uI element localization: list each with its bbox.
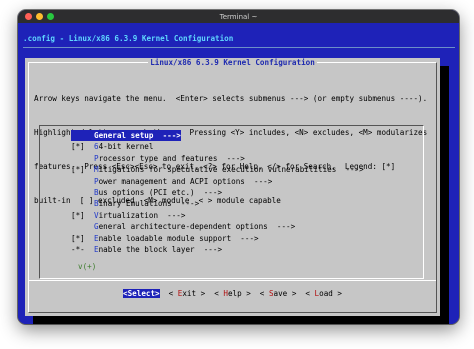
menu-item-text: inary Emulations --->: [98, 199, 200, 209]
dialog-button[interactable]: <Select>: [123, 289, 160, 298]
menu-box: General setup ---> [*] 64-bit kernel Proce…: [39, 125, 424, 279]
menu-item-state: [71, 187, 94, 198]
menu-item-text: rocessor type and features --->: [98, 153, 245, 163]
menu-item-label: Virtualization --->: [94, 210, 185, 221]
close-window-button[interactable]: [25, 13, 32, 20]
button-text: <: [168, 289, 178, 298]
button-divider: [29, 280, 436, 281]
dialog-button[interactable]: < Exit >: [169, 289, 206, 298]
menu-item-text: irtualization --->: [98, 210, 186, 220]
button-text: xit >: [182, 289, 206, 298]
menu-item[interactable]: -*- Enable the block layer --->: [71, 244, 364, 255]
help-line: Arrow keys navigate the menu. <Enter> se…: [34, 93, 428, 103]
button-text: elp >: [227, 289, 251, 298]
dialog-title: Linux/x86 6.3.9 Kernel Configuration: [25, 58, 440, 67]
menu-item-label: Processor type and features --->: [94, 153, 245, 164]
menu-item-text: us options (PCI etc.) --->: [98, 187, 223, 197]
terminal-content[interactable]: .config - Linux/x86 6.3.9 Kernel Configu…: [18, 23, 459, 324]
menu-item-text: eneral architecture-dependent options --…: [98, 222, 296, 232]
menu-item-label: Binary Emulations --->: [94, 198, 199, 209]
menu-item-text: nable the block layer --->: [98, 244, 223, 254]
menu-item[interactable]: Power management and ACPI options --->: [71, 176, 364, 187]
menu-item-state: [*]: [71, 165, 90, 175]
menu-item[interactable]: [*] 64-bit kernel: [71, 141, 364, 152]
button-bar: <Select> < Exit > < Help > < Save > < Load >: [25, 289, 440, 298]
button-text: <: [305, 289, 315, 298]
menu-item[interactable]: [*] Mitigations for speculative executio…: [71, 164, 364, 175]
menu-item-label: General setup --->: [94, 130, 181, 142]
button-text: <: [214, 289, 224, 298]
menu-item[interactable]: [*] Enable loadable module support --->: [71, 233, 364, 244]
menu-item[interactable]: Processor type and features --->: [71, 153, 364, 164]
window-title: Terminal ~: [219, 12, 258, 21]
menu-item-text: itigations for speculative execution vul…: [98, 165, 364, 175]
menu-item-text: nable loadable module support --->: [98, 233, 259, 243]
window-controls: [25, 13, 54, 20]
menuconfig-dialog: Linux/x86 6.3.9 Kernel Configuration Arr…: [25, 58, 440, 316]
button-text: oad >: [319, 289, 342, 298]
menu-item-state: -*-: [71, 244, 90, 254]
dialog-title-text: Linux/x86 6.3.9 Kernel Configuration: [148, 58, 317, 67]
menu-item-state: [71, 176, 94, 187]
menu-item[interactable]: [*] Virtualization --->: [71, 210, 364, 221]
dialog-shadow: [440, 66, 449, 324]
menu-list: General setup ---> [*] 64-bit kernel Proce…: [71, 130, 364, 255]
dialog-shadow: [33, 316, 449, 324]
dialog-button[interactable]: < Save >: [260, 289, 297, 298]
dialog-button[interactable]: < Load >: [305, 289, 342, 298]
zoom-window-button[interactable]: [47, 13, 54, 20]
menu-item-state: [*]: [71, 142, 90, 152]
menu-item-label: 64-bit kernel: [94, 141, 153, 152]
menu-item-state: [71, 221, 94, 232]
menu-item-label: Power management and ACPI options --->: [94, 176, 272, 187]
menu-item-state: [71, 130, 94, 142]
menu-item-label: Mitigations for speculative execution vu…: [94, 164, 364, 175]
menu-item-text: eneral setup --->: [98, 131, 181, 140]
button-text: elect>: [132, 289, 160, 298]
menu-item-label: General architecture-dependent options -…: [94, 221, 295, 232]
menu-item-label: Bus options (PCI etc.) --->: [94, 187, 222, 198]
more-items-indicator: v(+): [78, 262, 97, 271]
title-bar: Terminal ~: [18, 10, 459, 23]
header-divider: [23, 47, 455, 48]
menu-item-state: [*]: [71, 233, 90, 243]
menu-item-state: [71, 198, 94, 209]
menu-item-text: ower management and ACPI options --->: [98, 176, 273, 186]
button-text: <: [259, 289, 269, 298]
menu-item-text: 4-bit kernel: [98, 142, 154, 152]
menu-item-label: Enable loadable module support --->: [94, 233, 259, 244]
menu-item-label: Enable the block layer --->: [94, 244, 222, 255]
config-header: .config - Linux/x86 6.3.9 Kernel Configu…: [23, 34, 234, 43]
menu-item-state: [71, 153, 94, 164]
menu-item[interactable]: Bus options (PCI etc.) --->: [71, 187, 364, 198]
button-text: ave >: [273, 289, 297, 298]
menu-item[interactable]: General architecture-dependent options -…: [71, 221, 364, 232]
minimize-window-button[interactable]: [36, 13, 43, 20]
dialog-button[interactable]: < Help >: [214, 289, 251, 298]
terminal-window: Terminal ~ .config - Linux/x86 6.3.9 Ker…: [18, 10, 459, 324]
menu-item[interactable]: Binary Emulations --->: [71, 198, 364, 209]
menu-item-state: [*]: [71, 210, 90, 220]
menu-item[interactable]: General setup --->: [71, 130, 364, 142]
